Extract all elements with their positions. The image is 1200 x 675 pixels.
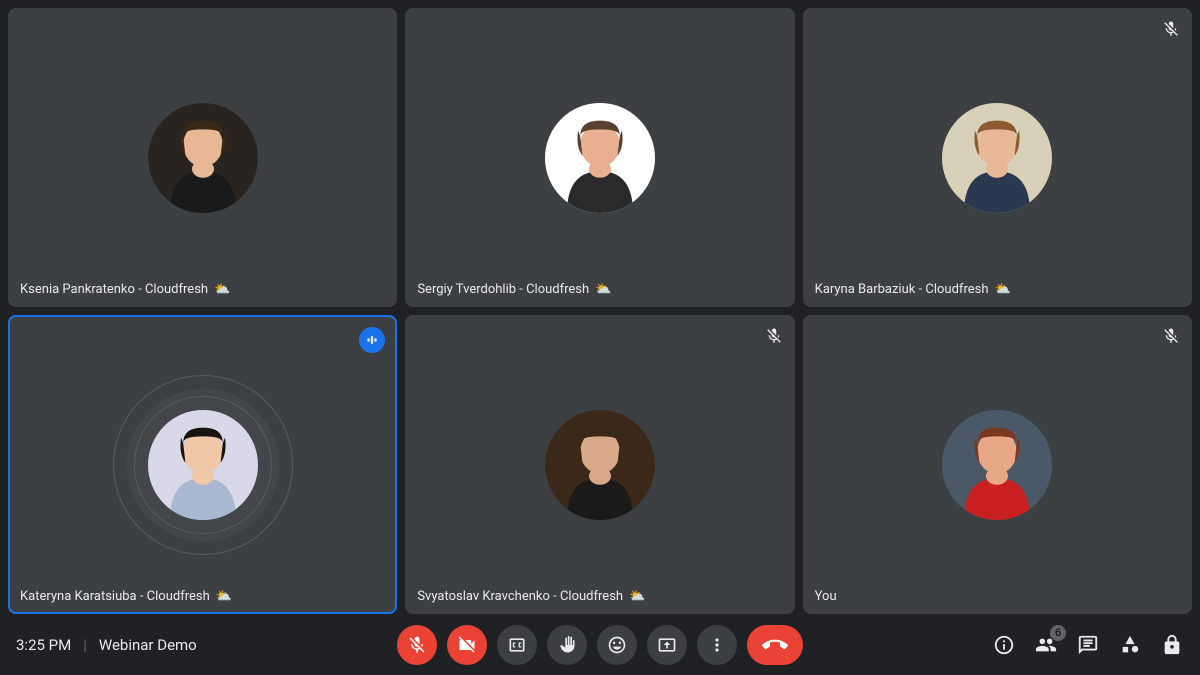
- participant-name: Ksenia Pankratenko - Cloudfresh: [20, 282, 208, 297]
- participant-name: Svyatoslav Kravchenko - Cloudfresh: [417, 589, 623, 604]
- participant-name-label: Kateryna Karatsiuba - Cloudfresh ⛅: [20, 589, 232, 604]
- shapes-icon: [1119, 634, 1141, 656]
- participant-tile[interactable]: Kateryna Karatsiuba - Cloudfresh ⛅: [8, 315, 397, 614]
- participant-name: Sergiy Tverdohlib - Cloudfresh: [417, 282, 589, 297]
- divider: |: [83, 636, 87, 654]
- participant-tile[interactable]: Karyna Barbaziuk - Cloudfresh ⛅: [803, 8, 1192, 307]
- participant-tile[interactable]: Ksenia Pankratenko - Cloudfresh ⛅: [8, 8, 397, 307]
- camera-off-icon: [457, 635, 477, 655]
- meeting-info[interactable]: 3:25 PM | Webinar Demo: [16, 636, 197, 654]
- weather-icon: ⛅: [995, 282, 1011, 297]
- participant-tile[interactable]: Sergiy Tverdohlib - Cloudfresh ⛅: [405, 8, 794, 307]
- present-button[interactable]: [647, 625, 687, 665]
- participant-avatar: [148, 410, 258, 520]
- activities-button[interactable]: [1118, 633, 1142, 657]
- participant-grid: Ksenia Pankratenko - Cloudfresh ⛅ Sergiy …: [0, 0, 1200, 614]
- host-controls-button[interactable]: [1160, 633, 1184, 657]
- more-vert-icon: [707, 635, 727, 655]
- meeting-title: Webinar Demo: [99, 636, 197, 654]
- participant-avatar: [545, 410, 655, 520]
- participant-avatar: [148, 103, 258, 213]
- participant-avatar: [545, 103, 655, 213]
- chat-icon: [1077, 634, 1099, 656]
- participant-name: Kateryna Karatsiuba - Cloudfresh: [20, 589, 210, 604]
- participant-avatar: [942, 103, 1052, 213]
- bottom-bar: 3:25 PM | Webinar Demo: [0, 615, 1200, 675]
- participant-name-label: Ksenia Pankratenko - Cloudfresh ⛅: [20, 282, 230, 297]
- info-icon: [993, 634, 1015, 656]
- weather-icon: ⛅: [629, 589, 645, 604]
- hand-icon: [557, 635, 577, 655]
- participant-name-label: Karyna Barbaziuk - Cloudfresh ⛅: [815, 282, 1011, 297]
- participant-name-label: Sergiy Tverdohlib - Cloudfresh ⛅: [417, 282, 611, 297]
- weather-icon: ⛅: [214, 282, 230, 297]
- participant-tile[interactable]: Svyatoslav Kravchenko - Cloudfresh ⛅: [405, 315, 794, 614]
- participant-name: You: [815, 589, 837, 604]
- call-end-icon: [762, 632, 788, 658]
- participant-name-label: You: [815, 589, 837, 604]
- lock-person-icon: [1161, 634, 1183, 656]
- weather-icon: ⛅: [595, 282, 611, 297]
- participant-avatar: [942, 410, 1052, 520]
- mic-button[interactable]: [397, 625, 437, 665]
- present-icon: [657, 635, 677, 655]
- participant-tile[interactable]: You: [803, 315, 1192, 614]
- participant-name-label: Svyatoslav Kravchenko - Cloudfresh ⛅: [417, 589, 645, 604]
- mute-indicator-icon: [1160, 325, 1182, 347]
- participant-count-badge: 6: [1050, 625, 1066, 641]
- chat-button[interactable]: [1076, 633, 1100, 657]
- meeting-details-button[interactable]: [992, 633, 1016, 657]
- emoji-button[interactable]: [597, 625, 637, 665]
- weather-icon: ⛅: [216, 589, 232, 604]
- right-controls: 6: [992, 633, 1184, 657]
- participant-name: Karyna Barbaziuk - Cloudfresh: [815, 282, 989, 297]
- raise-hand-button[interactable]: [547, 625, 587, 665]
- captions-button[interactable]: [497, 625, 537, 665]
- end-call-button[interactable]: [747, 625, 803, 665]
- mute-indicator-icon: [1160, 18, 1182, 40]
- meeting-time: 3:25 PM: [16, 636, 71, 654]
- camera-button[interactable]: [447, 625, 487, 665]
- mic-off-icon: [407, 635, 427, 655]
- more-options-button[interactable]: [697, 625, 737, 665]
- captions-icon: [507, 635, 527, 655]
- emoji-icon: [607, 635, 627, 655]
- center-controls: [397, 625, 803, 665]
- speaking-indicator-icon: [359, 327, 385, 353]
- participants-button[interactable]: 6: [1034, 633, 1058, 657]
- mute-indicator-icon: [763, 325, 785, 347]
